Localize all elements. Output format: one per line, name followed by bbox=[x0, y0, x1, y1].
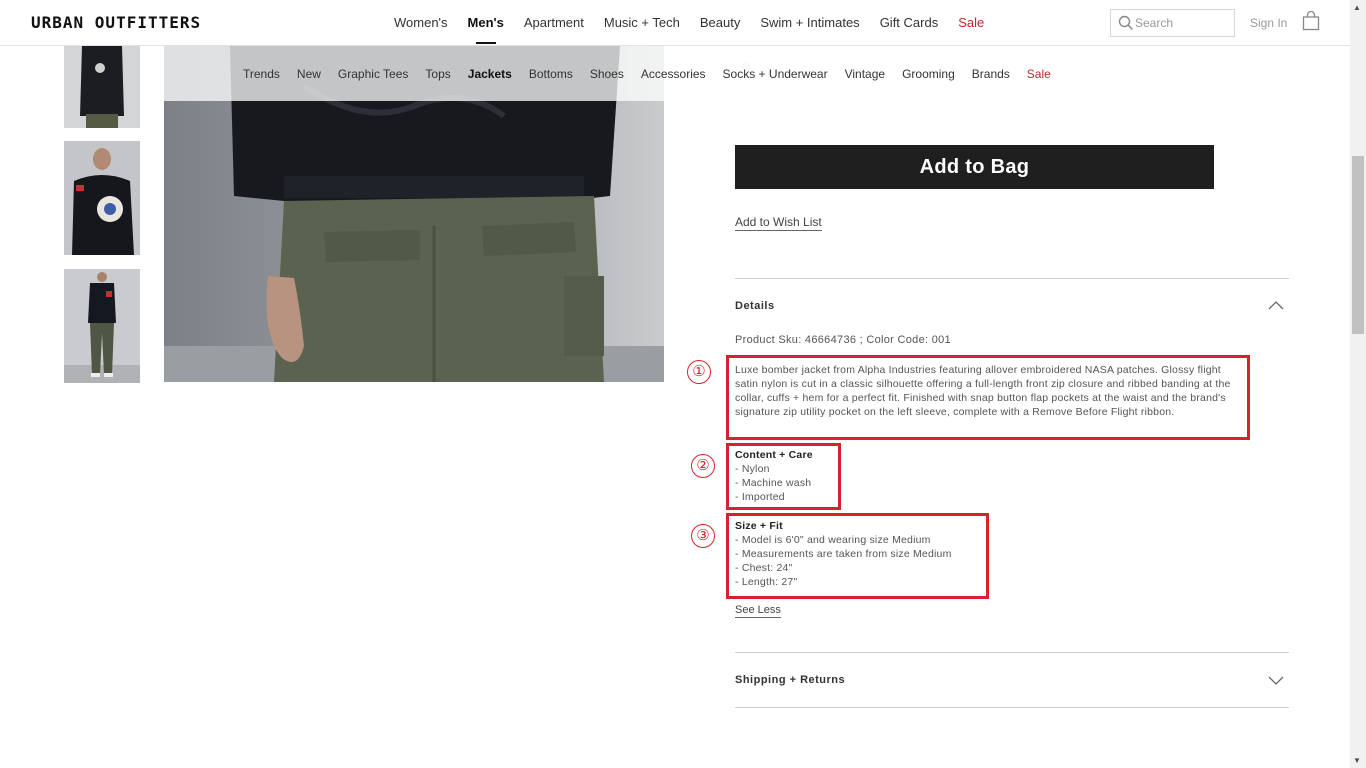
sub-nav: Trends New Graphic Tees Tops Jackets Bottoms S… bbox=[0, 46, 1350, 101]
scroll-down-arrow-icon[interactable]: ▼ bbox=[1353, 756, 1361, 765]
nav-item-music-tech[interactable]: Music + Tech bbox=[604, 15, 680, 30]
site-header: URBAN OUTFITTERS Women's Men's Apartment Mu… bbox=[0, 0, 1350, 46]
nav-item-apartment[interactable]: Apartment bbox=[524, 15, 584, 30]
add-to-bag-button[interactable]: Add to Bag bbox=[735, 145, 1214, 189]
subnav-item-brands[interactable]: Brands bbox=[972, 67, 1010, 81]
nav-item-sale[interactable]: Sale bbox=[958, 15, 984, 30]
subnav-item-grooming[interactable]: Grooming bbox=[902, 67, 955, 81]
chevron-up-icon[interactable] bbox=[1268, 300, 1284, 310]
annotation-box-2 bbox=[726, 443, 841, 510]
search-icon bbox=[1118, 15, 1134, 31]
annotation-number-2: ② bbox=[691, 454, 715, 478]
site-logo[interactable]: URBAN OUTFITTERS bbox=[31, 13, 201, 32]
subnav-item-jackets[interactable]: Jackets bbox=[468, 67, 512, 81]
subnav-item-tops[interactable]: Tops bbox=[425, 67, 450, 81]
subnav-item-trends[interactable]: Trends bbox=[243, 67, 280, 81]
shipping-returns-accordion-title[interactable]: Shipping + Returns bbox=[735, 674, 845, 686]
page-scrollbar[interactable] bbox=[1350, 0, 1366, 768]
scroll-up-arrow-icon[interactable]: ▲ bbox=[1353, 3, 1361, 12]
product-sku: Product Sku: 46664736 ; Color Code: 001 bbox=[735, 334, 951, 346]
annotation-box-1 bbox=[726, 355, 1250, 440]
subnav-item-bottoms[interactable]: Bottoms bbox=[529, 67, 573, 81]
divider bbox=[735, 707, 1289, 708]
see-less-link[interactable]: See Less bbox=[735, 604, 781, 618]
primary-nav: Women's Men's Apartment Music + Tech Beauty S… bbox=[394, 15, 1004, 44]
subnav-item-vintage[interactable]: Vintage bbox=[845, 67, 885, 81]
nav-item-men-s[interactable]: Men's bbox=[468, 15, 504, 44]
subnav-item-new[interactable]: New bbox=[297, 67, 321, 81]
divider bbox=[735, 278, 1289, 279]
product-thumbnail[interactable] bbox=[64, 141, 140, 255]
nav-item-beauty[interactable]: Beauty bbox=[700, 15, 740, 30]
annotation-box-3 bbox=[726, 513, 989, 599]
product-thumbnail[interactable] bbox=[64, 269, 140, 383]
category-nav: Trends New Graphic Tees Tops Jackets Bottoms S… bbox=[243, 67, 1068, 81]
nav-item-women-s[interactable]: Women's bbox=[394, 15, 448, 30]
annotation-number-1: ① bbox=[687, 360, 711, 384]
details-accordion-title[interactable]: Details bbox=[735, 300, 775, 312]
chevron-down-icon[interactable] bbox=[1268, 676, 1284, 686]
nav-item-swim-intimates[interactable]: Swim + Intimates bbox=[760, 15, 859, 30]
nav-item-gift-cards[interactable]: Gift Cards bbox=[880, 15, 939, 30]
scrollbar-thumb[interactable] bbox=[1352, 156, 1364, 334]
sign-in-link[interactable]: Sign In bbox=[1250, 16, 1287, 30]
subnav-item-socks-underwear[interactable]: Socks + Underwear bbox=[723, 67, 828, 81]
subnav-item-graphic-tees[interactable]: Graphic Tees bbox=[338, 67, 408, 81]
subnav-item-accessories[interactable]: Accessories bbox=[641, 67, 706, 81]
shopping-bag-icon[interactable] bbox=[1302, 11, 1320, 31]
add-to-wishlist-link[interactable]: Add to Wish List bbox=[735, 215, 822, 231]
subnav-item-sale[interactable]: Sale bbox=[1027, 67, 1051, 81]
divider bbox=[735, 652, 1289, 653]
subnav-item-shoes[interactable]: Shoes bbox=[590, 67, 624, 81]
search-input[interactable] bbox=[1135, 14, 1231, 32]
annotation-number-3: ③ bbox=[691, 524, 715, 548]
search-box[interactable] bbox=[1110, 9, 1235, 37]
